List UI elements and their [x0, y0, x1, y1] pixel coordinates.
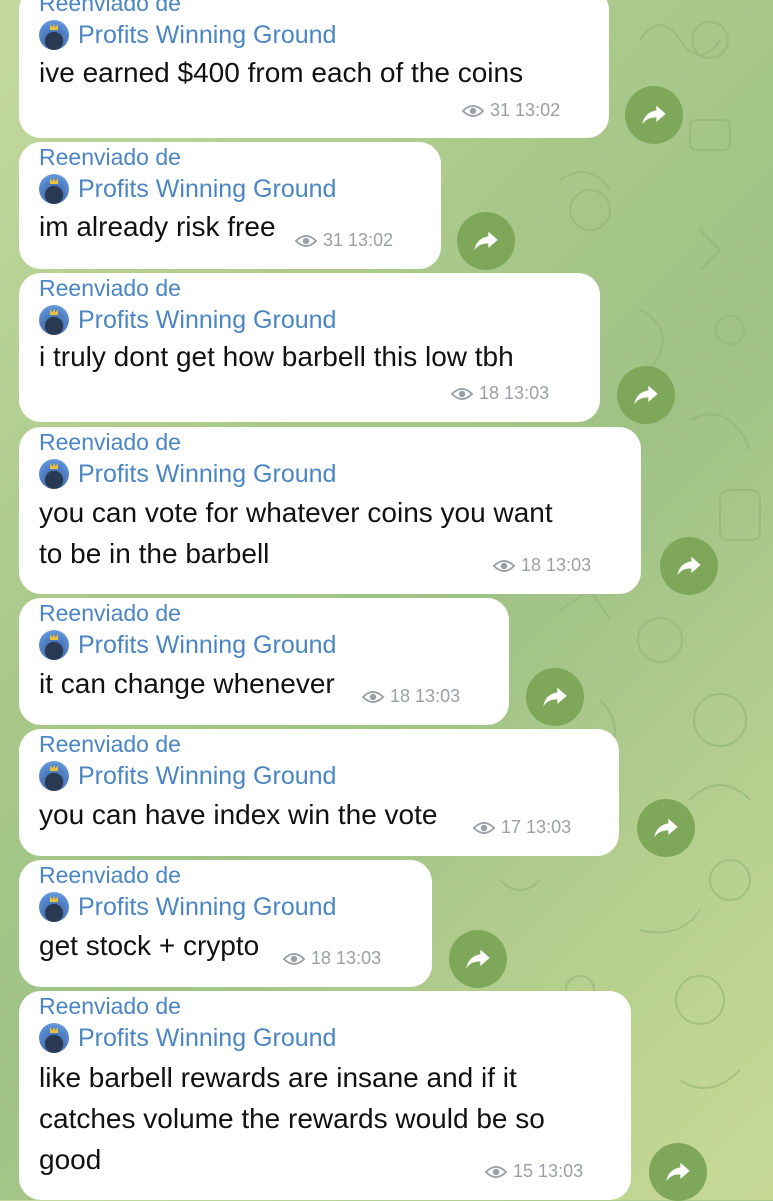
message-time: 13:02: [515, 100, 561, 120]
share-arrow-icon: [675, 552, 703, 580]
channel-name: Profits Winning Ground: [78, 630, 337, 659]
channel-name: Profits Winning Ground: [78, 20, 337, 49]
message-bubble[interactable]: Reenviado de Profits Winning Ground you ca…: [19, 427, 641, 594]
share-arrow-icon: [652, 814, 680, 842]
message-text-line: get stock + crypto: [39, 930, 260, 961]
share-button[interactable]: [649, 1143, 707, 1201]
message-meta: 15 13:03: [485, 1161, 583, 1182]
forwarded-from-label: Reenviado de: [39, 731, 181, 757]
share-arrow-icon: [632, 381, 660, 409]
channel-name: Profits Winning Ground: [78, 174, 337, 203]
channel-name: Profits Winning Ground: [78, 761, 337, 790]
channel-avatar-icon: [39, 305, 69, 335]
share-arrow-icon: [664, 1158, 692, 1186]
channel-avatar-icon: [39, 630, 69, 660]
message-bubble[interactable]: Reenviado de Profits Winning Ground like b…: [19, 991, 631, 1200]
forwarded-channel-link[interactable]: Profits Winning Ground: [39, 892, 336, 922]
share-button[interactable]: [660, 537, 718, 595]
view-count: 31: [490, 100, 511, 120]
forwarded-channel-link[interactable]: Profits Winning Ground: [39, 630, 336, 660]
message-meta: 31 13:02: [462, 100, 560, 121]
share-arrow-icon: [472, 227, 500, 255]
message-bubble[interactable]: Reenviado de Profits Winning Ground you ca…: [19, 729, 619, 856]
message-meta: 18 13:03: [451, 383, 549, 404]
message-time: 13:03: [336, 948, 382, 968]
message-text-line: catches volume the rewards would be so: [39, 1103, 545, 1134]
forwarded-channel-link[interactable]: Profits Winning Ground: [39, 20, 336, 50]
channel-avatar-icon: [39, 174, 69, 204]
view-count: 18: [479, 383, 500, 403]
channel-name: Profits Winning Ground: [78, 459, 337, 488]
message-meta: 18 13:03: [493, 555, 591, 576]
channel-avatar-icon: [39, 761, 69, 791]
share-button[interactable]: [526, 668, 584, 726]
channel-name: Profits Winning Ground: [78, 1023, 337, 1052]
eye-icon: [362, 689, 390, 705]
message-bubble[interactable]: Reenviado de Profits Winning Ground ive ea…: [19, 0, 609, 138]
message-text-line: im already risk free: [39, 211, 276, 242]
message-time: 13:02: [348, 230, 394, 250]
view-count: 18: [521, 555, 542, 575]
view-count: 17: [501, 817, 522, 837]
share-button[interactable]: [637, 799, 695, 857]
channel-avatar-icon: [39, 20, 69, 50]
eye-icon: [451, 386, 479, 402]
view-count: 31: [323, 230, 344, 250]
message-text-line: ive earned $400 from each of the coins: [39, 57, 524, 88]
view-count: 18: [311, 948, 332, 968]
message-text-line: you can vote for whatever coins you want: [39, 497, 553, 528]
share-button[interactable]: [449, 930, 507, 988]
message-time: 13:03: [504, 383, 550, 403]
message-text-line: it can change whenever: [39, 668, 335, 699]
share-arrow-icon: [640, 101, 668, 129]
message-time: 13:03: [546, 555, 592, 575]
forwarded-from-label: Reenviado de: [39, 0, 181, 16]
channel-avatar-icon: [39, 1023, 69, 1053]
forwarded-from-label: Reenviado de: [39, 275, 181, 301]
forwarded-from-label: Reenviado de: [39, 862, 181, 888]
share-button[interactable]: [625, 86, 683, 144]
message-time: 13:03: [526, 817, 572, 837]
share-button[interactable]: [457, 212, 515, 270]
eye-icon: [462, 103, 490, 119]
forwarded-channel-link[interactable]: Profits Winning Ground: [39, 1023, 336, 1053]
message-bubble[interactable]: Reenviado de Profits Winning Ground get st…: [19, 860, 432, 987]
forwarded-from-label: Reenviado de: [39, 993, 181, 1019]
channel-name: Profits Winning Ground: [78, 892, 337, 921]
share-arrow-icon: [464, 945, 492, 973]
channel-name: Profits Winning Ground: [78, 305, 337, 334]
channel-avatar-icon: [39, 892, 69, 922]
share-button[interactable]: [617, 366, 675, 424]
view-count: 15: [513, 1161, 534, 1181]
message-meta: 18 13:03: [362, 686, 460, 707]
message-bubble[interactable]: Reenviado de Profits Winning Ground im alr…: [19, 142, 441, 269]
message-text-line: i truly dont get how barbell this low tb…: [39, 341, 514, 372]
eye-icon: [283, 951, 311, 967]
message-bubble[interactable]: Reenviado de Profits Winning Ground it can…: [19, 598, 509, 725]
eye-icon: [493, 558, 521, 574]
eye-icon: [485, 1164, 513, 1180]
forwarded-channel-link[interactable]: Profits Winning Ground: [39, 459, 336, 489]
message-meta: 31 13:02: [295, 230, 393, 251]
forwarded-from-label: Reenviado de: [39, 600, 181, 626]
forwarded-channel-link[interactable]: Profits Winning Ground: [39, 305, 336, 335]
forwarded-channel-link[interactable]: Profits Winning Ground: [39, 761, 336, 791]
forwarded-channel-link[interactable]: Profits Winning Ground: [39, 174, 336, 204]
message-time: 13:03: [538, 1161, 584, 1181]
eye-icon: [295, 233, 323, 249]
message-meta: 17 13:03: [473, 817, 571, 838]
forwarded-from-label: Reenviado de: [39, 429, 181, 455]
message-text-line: like barbell rewards are insane and if i…: [39, 1062, 517, 1093]
view-count: 18: [390, 686, 411, 706]
share-arrow-icon: [541, 683, 569, 711]
message-text-line: you can have index win the vote: [39, 799, 438, 830]
message-bubble[interactable]: Reenviado de Profits Winning Ground i trul…: [19, 273, 600, 422]
message-meta: 18 13:03: [283, 948, 381, 969]
eye-icon: [473, 820, 501, 836]
message-text-line: good: [39, 1144, 102, 1175]
forwarded-from-label: Reenviado de: [39, 144, 181, 170]
message-time: 13:03: [415, 686, 461, 706]
channel-avatar-icon: [39, 459, 69, 489]
message-text-line: to be in the barbell: [39, 538, 270, 569]
